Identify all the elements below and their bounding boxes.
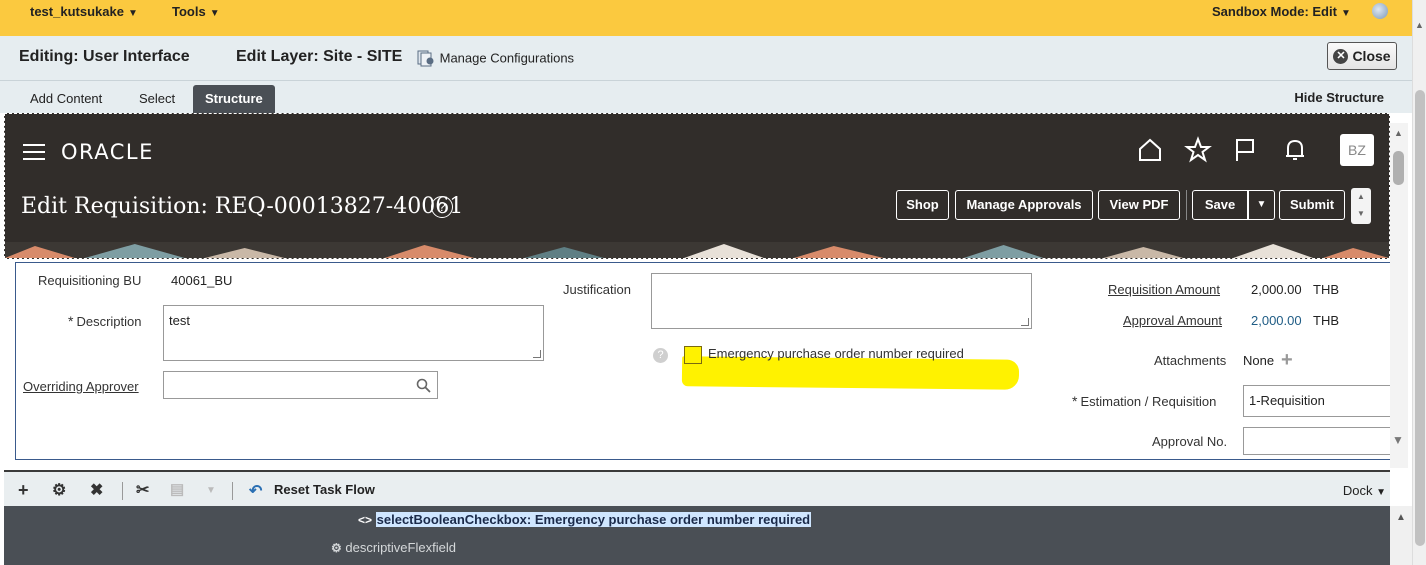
edit-properties-icon[interactable]: ⚙ xyxy=(52,480,66,500)
tab-select[interactable]: Select xyxy=(127,85,187,113)
scroll-up-icon[interactable]: ▲ xyxy=(1415,20,1424,30)
component-icon: <> xyxy=(358,513,373,527)
required-marker: * xyxy=(68,313,74,329)
scroll-up-icon[interactable]: ▲ xyxy=(1396,512,1406,523)
hide-structure-link[interactable]: Hide Structure xyxy=(1294,90,1384,105)
dock-menu[interactable]: Dock ▼ xyxy=(1343,483,1386,498)
requisition-form: Requisitioning BU 40061_BU * Description … xyxy=(15,262,1395,460)
flexfield-icon: ⚙ xyxy=(331,541,342,555)
estimation-label: * Estimation / Requisition xyxy=(1072,393,1217,409)
watchlist-flag-icon[interactable] xyxy=(1231,136,1259,164)
justification-label: Justification xyxy=(563,282,631,297)
paste-icon: ▤ xyxy=(170,481,185,498)
requisitioning-bu-value: 40061_BU xyxy=(171,273,233,288)
configurations-icon xyxy=(417,50,434,67)
tree-scrollbar[interactable]: ▲ xyxy=(1390,506,1412,565)
search-icon[interactable] xyxy=(416,378,431,393)
tree-node-selected[interactable]: <> selectBooleanCheckbox: Emergency purc… xyxy=(358,512,812,527)
approval-no-label: Approval No. xyxy=(1152,434,1228,449)
reset-icon[interactable]: ↶ xyxy=(249,481,262,501)
approval-amount-label[interactable]: Approval Amount xyxy=(1123,313,1222,328)
required-marker: * xyxy=(1072,393,1078,409)
estimation-select[interactable]: 1-Requisition xyxy=(1243,385,1393,417)
editing-bar: Editing: User Interface Edit Layer: Site… xyxy=(0,36,1412,81)
scroll-up-icon[interactable]: ▲ xyxy=(1394,128,1403,138)
chevron-down-icon: ▼ xyxy=(127,8,138,19)
tab-structure[interactable]: Structure xyxy=(193,85,275,113)
view-pdf-button[interactable]: View PDF xyxy=(1098,190,1180,220)
cut-icon[interactable]: ✂ xyxy=(136,480,149,500)
shop-button[interactable]: Shop xyxy=(896,190,949,220)
chevron-down-icon: ▼ xyxy=(1376,487,1386,498)
manage-configurations-link[interactable]: Manage Configurations xyxy=(416,49,574,67)
approval-amount-value[interactable]: 2,000.00 xyxy=(1251,313,1302,328)
help-icon[interactable]: ? xyxy=(431,196,453,218)
requisition-amount-value: 2,000.00 xyxy=(1251,282,1302,297)
emergency-checkbox[interactable] xyxy=(684,346,702,364)
add-attachment-plus-icon[interactable]: + xyxy=(1281,350,1293,370)
chevron-down-icon: ▼ xyxy=(209,8,220,19)
structure-toolbar: + ⚙ ✖ ✂ ▤ ▼ ↶ Reset Task Flow Dock ▼ xyxy=(4,470,1390,506)
submit-button[interactable]: Submit xyxy=(1279,190,1345,220)
scroll-thumb[interactable] xyxy=(1393,151,1404,185)
tree-node[interactable]: ⚙ descriptiveFlexfield xyxy=(331,540,456,555)
emergency-checkbox-label: Emergency purchase order number required xyxy=(708,346,964,361)
favorites-star-icon[interactable] xyxy=(1184,136,1212,164)
add-icon[interactable]: + xyxy=(18,480,29,501)
attachments-value: None xyxy=(1243,353,1275,368)
notifications-bell-icon[interactable] xyxy=(1281,136,1309,164)
oracle-logo: ORACLE xyxy=(61,140,154,164)
paste-dropdown-icon: ▼ xyxy=(206,485,216,496)
approval-amount-currency: THB xyxy=(1313,313,1339,328)
resize-handle-icon[interactable] xyxy=(1021,318,1029,326)
editing-label: Editing: User Interface xyxy=(19,48,190,65)
chevron-down-icon: ▼ xyxy=(1340,8,1351,19)
yellow-highlight-annotation xyxy=(681,356,1020,390)
save-dropdown-chevron-icon[interactable]: ▼ xyxy=(1248,190,1275,220)
scroll-down-icon[interactable]: ▼ xyxy=(1392,433,1404,447)
scroll-down-icon[interactable]: ▼ xyxy=(1351,205,1371,222)
tab-add-content[interactable]: Add Content xyxy=(18,85,114,113)
user-avatar[interactable]: BZ xyxy=(1340,134,1374,166)
description-label: * Description xyxy=(68,313,142,329)
toolbar-divider xyxy=(122,482,123,500)
tools-menu[interactable]: Tools ▼ xyxy=(172,4,220,19)
resize-handle-icon[interactable] xyxy=(533,350,541,358)
overriding-approver-label[interactable]: Overriding Approver xyxy=(23,379,139,394)
toolbar-divider xyxy=(1186,190,1187,220)
page-title: Edit Requisition: REQ-00013827-40061 xyxy=(21,194,464,219)
header-scroll-stepper[interactable]: ▲ ▼ xyxy=(1351,188,1371,224)
home-icon[interactable] xyxy=(1136,136,1164,164)
content-scrollbar[interactable]: ▲ ▼ xyxy=(1390,123,1408,468)
description-field[interactable]: test xyxy=(163,305,544,361)
close-button[interactable]: ✕ Close xyxy=(1327,42,1397,70)
scroll-up-icon[interactable]: ▲ xyxy=(1351,188,1371,205)
decorative-banner xyxy=(5,242,1389,258)
justification-field[interactable] xyxy=(651,273,1032,329)
page-scrollbar[interactable]: ▲ xyxy=(1412,0,1426,565)
sandbox-mode-menu[interactable]: Sandbox Mode: Edit ▼ xyxy=(1212,4,1351,19)
help-hint-icon[interactable]: ? xyxy=(653,348,668,363)
hamburger-menu-icon[interactable] xyxy=(23,144,45,160)
attachments-label: Attachments xyxy=(1154,353,1227,368)
manage-approvals-button[interactable]: Manage Approvals xyxy=(955,190,1093,220)
toolbar-divider xyxy=(232,482,233,500)
requisition-amount-label[interactable]: Requisition Amount xyxy=(1108,282,1220,297)
sandbox-status-icon[interactable] xyxy=(1372,3,1388,19)
structure-tree: <> selectBooleanCheckbox: Emergency purc… xyxy=(4,506,1390,565)
delete-icon[interactable]: ✖ xyxy=(90,480,103,500)
scroll-thumb[interactable] xyxy=(1415,90,1425,546)
reset-task-flow-button[interactable]: Reset Task Flow xyxy=(274,482,375,497)
requisition-amount-currency: THB xyxy=(1313,282,1339,297)
top-bar: test_kutsukake ▼ Tools ▼ Sandbox Mode: Edi… xyxy=(0,0,1412,36)
composer-tabs: Add Content Select Structure Hide Struct… xyxy=(0,81,1412,113)
requisitioning-bu-label: Requisitioning BU xyxy=(38,273,142,288)
overriding-approver-input[interactable] xyxy=(163,371,438,399)
edit-layer-label: Edit Layer: Site - SITE xyxy=(236,48,403,65)
save-button[interactable]: Save xyxy=(1192,190,1248,220)
close-icon: ✕ xyxy=(1333,48,1349,64)
app-header: ORACLE BZ Edit Requisition: REQ-00013827… xyxy=(4,113,1390,259)
approval-no-input[interactable] xyxy=(1243,427,1393,455)
user-menu[interactable]: test_kutsukake ▼ xyxy=(30,4,138,19)
